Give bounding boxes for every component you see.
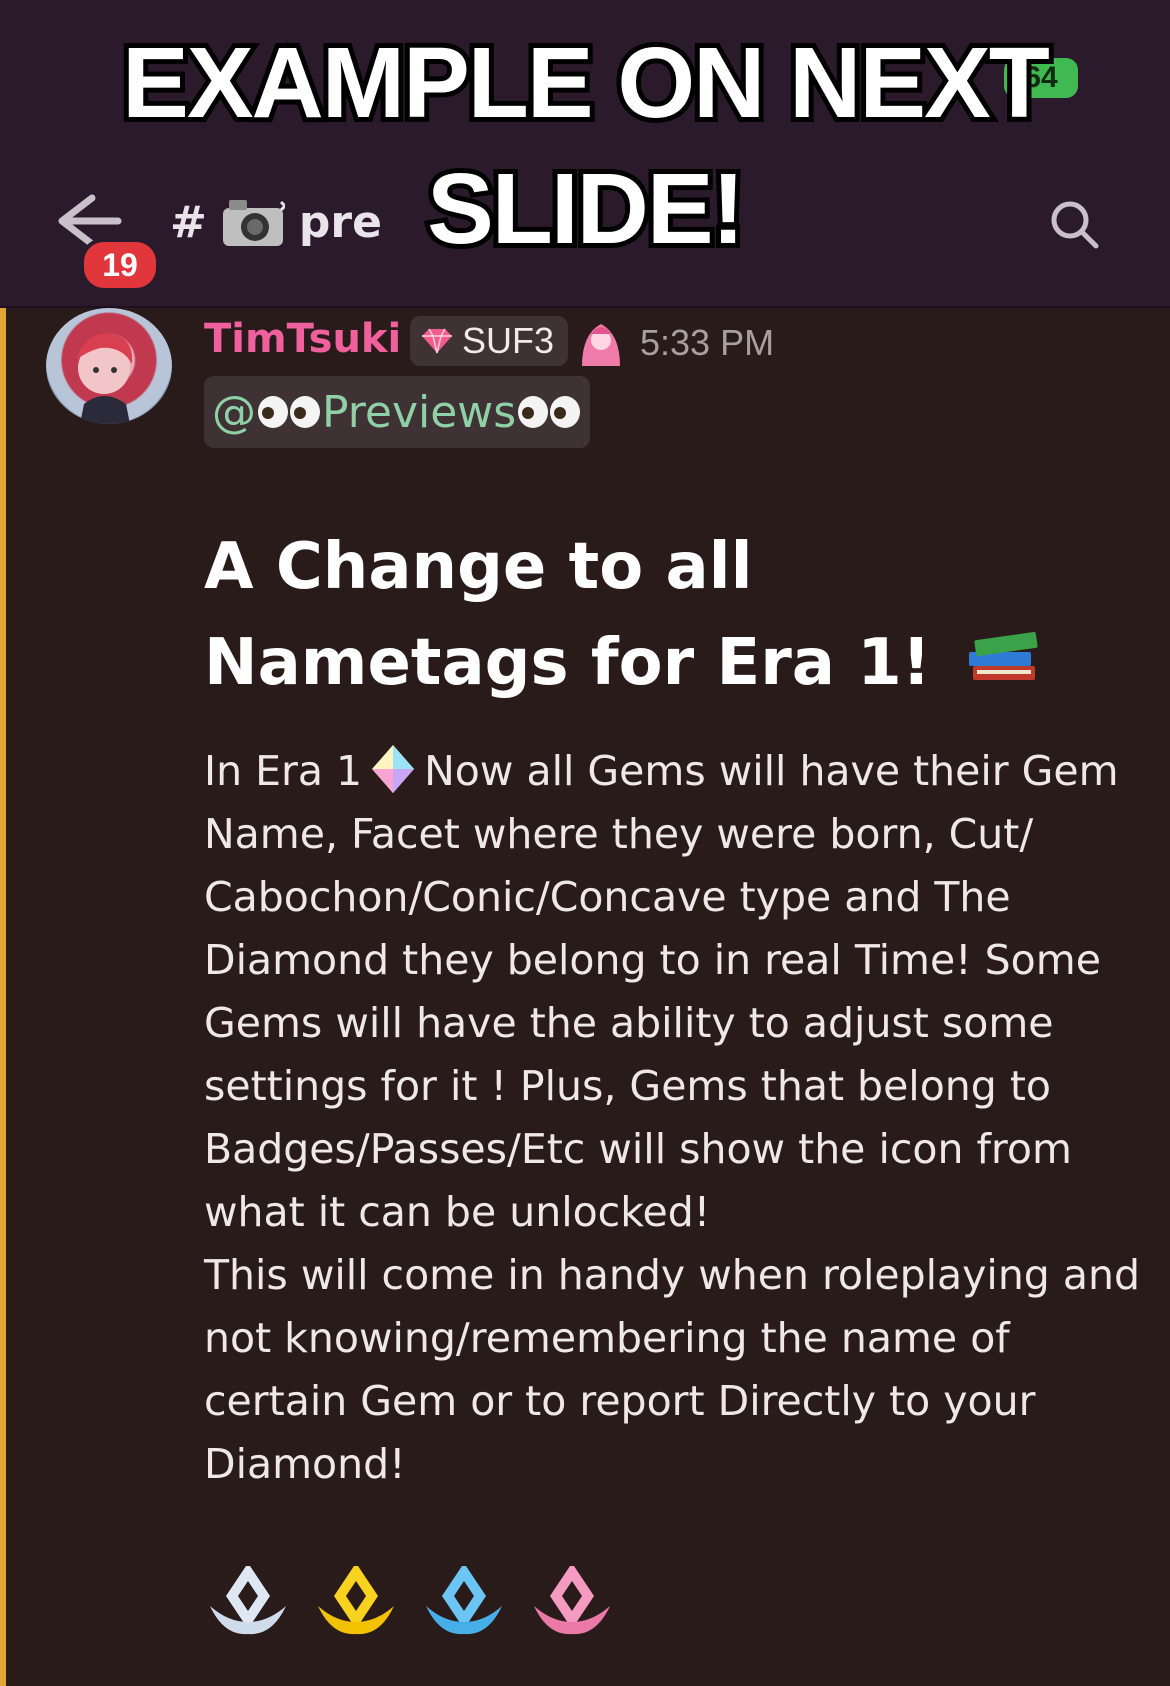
overlay-caption-line1: EXAMPLE ON NEXT xyxy=(117,22,1055,144)
message-timestamp: 5:33 PM xyxy=(640,322,775,363)
avatar-portrait-icon xyxy=(76,333,133,424)
body-part3: This will come in handy when roleplaying… xyxy=(204,1251,1140,1488)
yellow-diamond-hands-icon xyxy=(312,1562,400,1642)
avatar[interactable] xyxy=(46,308,172,424)
author-name[interactable]: TimTsuki xyxy=(204,316,401,362)
role-icon xyxy=(582,324,620,366)
mention-label: Previews xyxy=(322,386,517,438)
post-title: A Change to all Nametags for Era 1! xyxy=(204,520,1104,710)
body-part2: Now all Gems will have their Gem Name, F… xyxy=(204,747,1119,1236)
post-title-text: A Change to all Nametags for Era 1! xyxy=(204,530,931,700)
body-part1: In Era 1 xyxy=(204,747,363,795)
gem-icon xyxy=(422,328,452,354)
diamond-gem-icon xyxy=(372,745,415,793)
clan-tag-label: SUF3 xyxy=(462,320,555,361)
highlight-bar xyxy=(0,308,6,1686)
white-diamond-hands-icon xyxy=(204,1562,292,1642)
clan-tag[interactable]: SUF3 xyxy=(410,316,569,366)
pink-diamond-hands-icon xyxy=(528,1562,616,1642)
overlay-caption: EXAMPLE ON NEXT SLIDE! xyxy=(0,20,1170,272)
eyes-icon xyxy=(258,396,320,428)
emoji-row xyxy=(204,1562,616,1642)
overlay-caption-line2: SLIDE! xyxy=(422,148,750,270)
message-body: In Era 1 Now all Gems will have their Ge… xyxy=(204,740,1144,1496)
blue-diamond-hands-icon xyxy=(420,1562,508,1642)
role-mention[interactable]: @ Previews xyxy=(204,376,591,448)
eyes-icon xyxy=(518,396,581,428)
books-icon xyxy=(969,632,1038,680)
mention-at: @ xyxy=(212,386,256,438)
